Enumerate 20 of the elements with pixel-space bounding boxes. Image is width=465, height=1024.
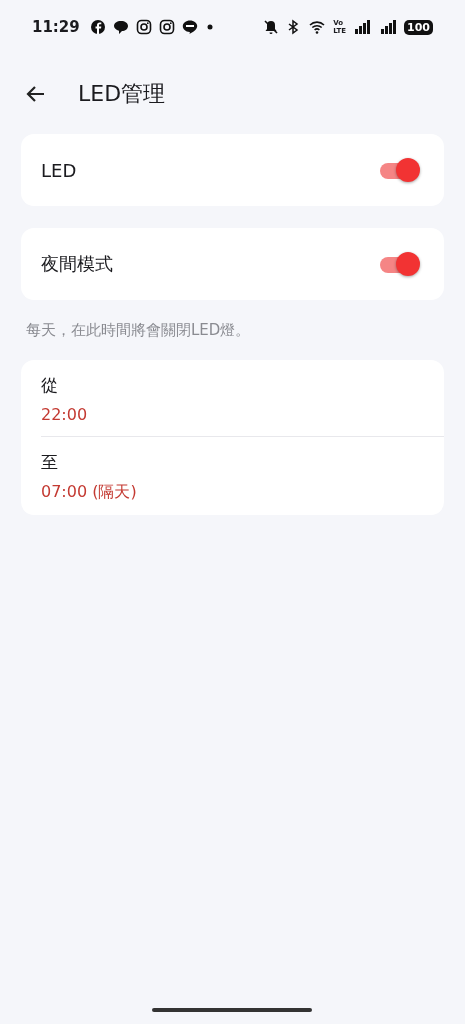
page-title: LED管理: [78, 80, 166, 108]
speech-bubble-icon: [181, 19, 198, 35]
signal-icon: [378, 19, 399, 35]
toggle-switch[interactable]: [380, 252, 422, 276]
time-label: 從: [41, 374, 59, 397]
status-time: 11:29: [32, 18, 80, 36]
muted-bell-icon: [263, 19, 280, 35]
camera-icon: [135, 19, 152, 35]
toggle-switch[interactable]: [380, 158, 422, 182]
signal-icon: [352, 19, 373, 35]
time-value[interactable]: 22:00: [41, 405, 424, 424]
time-label: 至: [41, 451, 59, 474]
time-value[interactable]: 07:00 (隔天): [41, 482, 424, 503]
camera-icon: [158, 19, 175, 35]
setting-label: 夜間模式: [41, 252, 113, 276]
facebook-icon: [89, 19, 106, 35]
setting-label: LED: [41, 159, 77, 181]
battery-level: 100: [404, 19, 433, 35]
caption-text: 每天，在此時間將會關閉LED燈。: [26, 320, 252, 340]
chat-bubble-icon: [112, 19, 129, 35]
